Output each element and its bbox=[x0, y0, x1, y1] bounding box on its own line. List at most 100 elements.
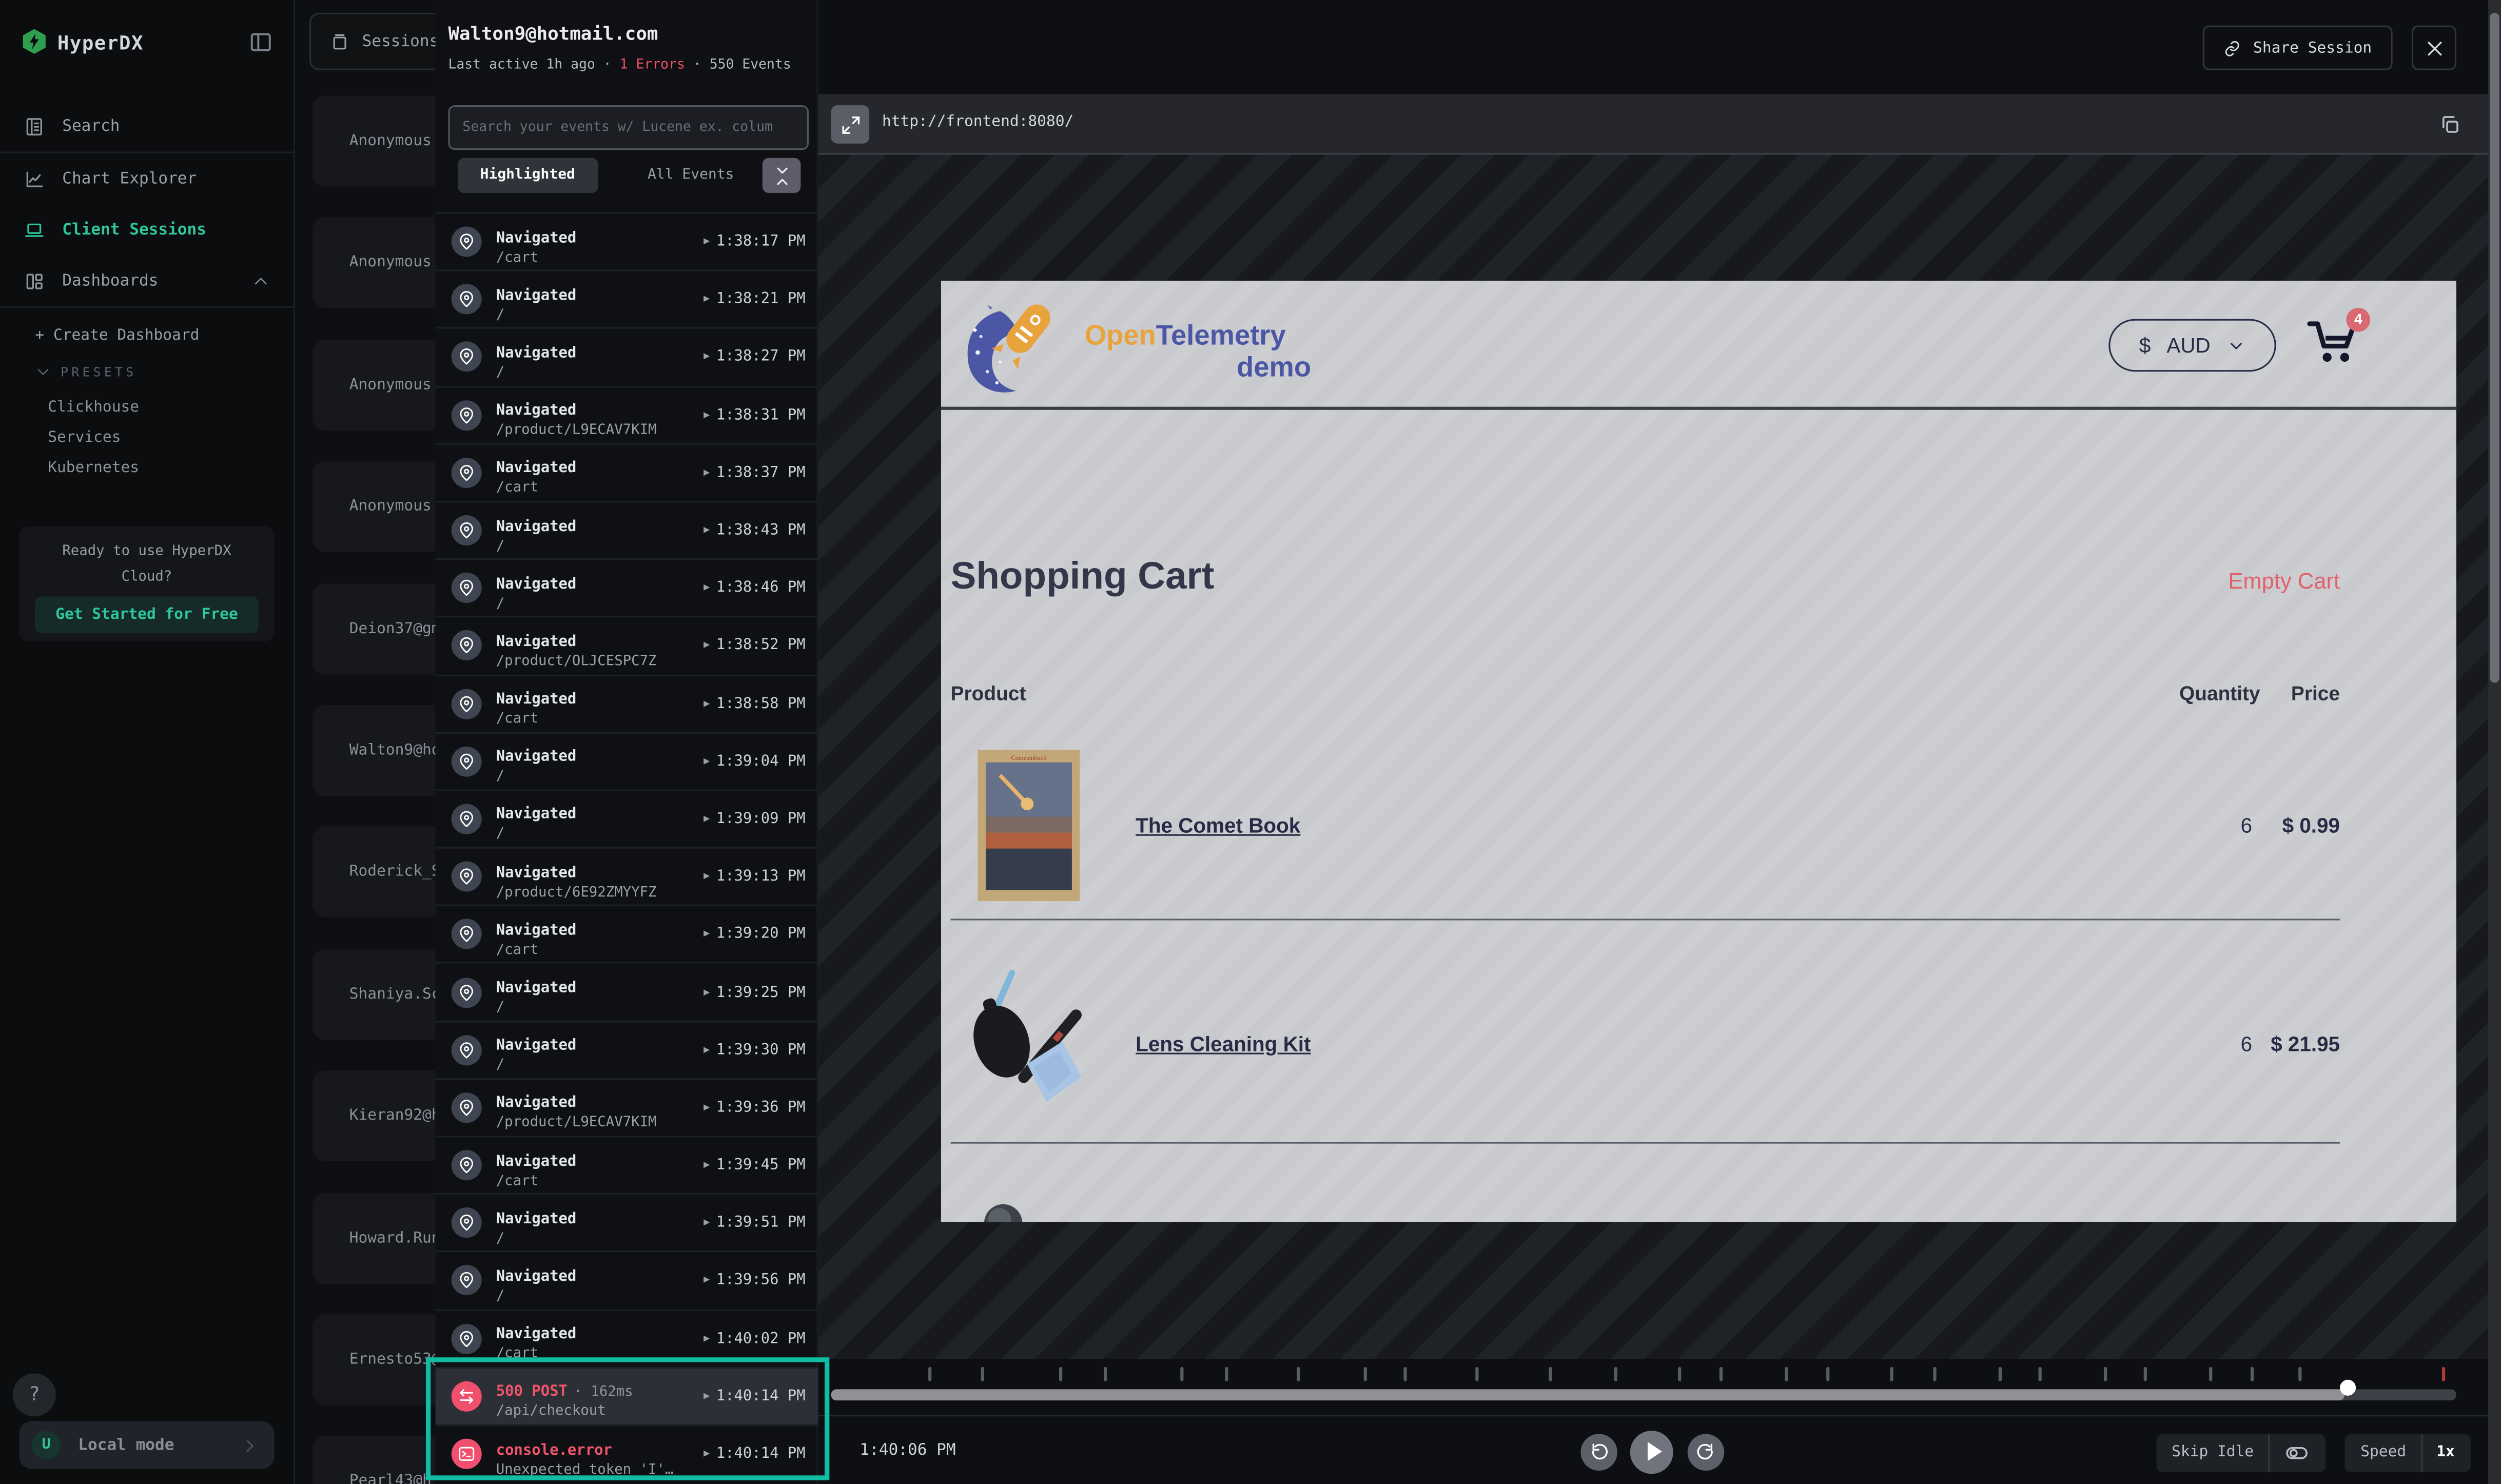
session-list-item[interactable]: Shaniya.Sc bbox=[312, 949, 435, 1040]
event-time[interactable]: ▶1:39:30 PM bbox=[704, 1041, 806, 1059]
event-main: Navigated / bbox=[496, 506, 704, 554]
event-row[interactable]: Navigated /cart ▶1:40:02 PM bbox=[436, 1309, 818, 1366]
sidebar-item-client-sessions[interactable]: Client Sessions bbox=[0, 204, 295, 255]
help-button[interactable]: ? bbox=[13, 1373, 56, 1416]
copy-url-icon[interactable] bbox=[2431, 105, 2469, 144]
event-row[interactable]: Navigated / ▶1:38:46 PM bbox=[436, 558, 818, 616]
event-time[interactable]: ▶1:38:58 PM bbox=[704, 695, 806, 712]
event-time[interactable]: ▶1:40:14 PM bbox=[704, 1445, 806, 1462]
session-list-item[interactable]: Anonymous bbox=[312, 96, 435, 187]
product-link[interactable]: Lens Cleaning Kit bbox=[1136, 1032, 1311, 1056]
event-time[interactable]: ▶1:38:52 PM bbox=[704, 637, 806, 655]
event-row[interactable]: Navigated /cart ▶1:38:17 PM bbox=[436, 212, 818, 269]
event-row[interactable]: Navigated /cart ▶1:39:45 PM bbox=[436, 1136, 818, 1193]
event-row[interactable]: Navigated /product/L9ECAV7KIM ▶1:38:31 P… bbox=[436, 385, 818, 443]
product-image-comet-book[interactable]: Cometenbuch bbox=[978, 750, 1080, 901]
get-started-button[interactable]: Get Started for Free bbox=[35, 597, 258, 633]
event-row[interactable]: Navigated / ▶1:39:51 PM bbox=[436, 1194, 818, 1251]
event-row[interactable]: Navigated / ▶1:38:43 PM bbox=[436, 501, 818, 558]
session-list-item[interactable]: Anonymous bbox=[312, 461, 435, 552]
sidebar-collapse-icon[interactable] bbox=[249, 30, 273, 54]
scrollbar-thumb[interactable] bbox=[2490, 13, 2499, 683]
presets-header[interactable]: PRESETS bbox=[35, 364, 136, 380]
fast-forward-button[interactable] bbox=[1688, 1433, 1724, 1470]
tab-sessions[interactable]: Sessions bbox=[309, 13, 436, 70]
currency-select[interactable]: $ AUD bbox=[2108, 319, 2276, 372]
event-row[interactable]: Navigated /product/L9ECAV7KIM ▶1:39:36 P… bbox=[436, 1078, 818, 1136]
event-time[interactable]: ▶1:40:14 PM bbox=[704, 1388, 806, 1405]
event-time[interactable]: ▶1:38:27 PM bbox=[704, 348, 806, 366]
page-title: Shopping Cart bbox=[951, 555, 1215, 600]
session-list-item[interactable]: Anonymous bbox=[312, 218, 435, 308]
event-time[interactable]: ▶1:39:04 PM bbox=[704, 752, 806, 770]
event-time[interactable]: ▶1:38:17 PM bbox=[704, 233, 806, 250]
event-time[interactable]: ▶1:39:25 PM bbox=[704, 983, 806, 1001]
event-time[interactable]: ▶1:39:45 PM bbox=[704, 1157, 806, 1174]
cart-button[interactable]: 4 bbox=[2307, 318, 2364, 372]
scrollbar-track[interactable] bbox=[2488, 0, 2501, 1484]
session-list-item[interactable]: Roderick_S bbox=[312, 827, 435, 917]
session-list-item[interactable]: Walton9@ho bbox=[312, 705, 435, 796]
preset-item[interactable]: Clickhouse bbox=[48, 393, 139, 423]
event-time[interactable]: ▶1:39:20 PM bbox=[704, 926, 806, 943]
timeline-tick bbox=[1998, 1367, 2001, 1381]
event-type-icon bbox=[452, 1439, 482, 1469]
event-title: Navigated bbox=[496, 1210, 577, 1228]
event-search-input[interactable] bbox=[448, 105, 808, 150]
event-time[interactable]: ▶1:39:51 PM bbox=[704, 1214, 806, 1232]
event-time[interactable]: ▶1:38:31 PM bbox=[704, 406, 806, 424]
sidebar-item-dashboards[interactable]: Dashboards bbox=[0, 255, 295, 306]
close-session-button[interactable] bbox=[2412, 26, 2456, 70]
preset-item[interactable]: Services bbox=[48, 423, 139, 453]
product-image-lens-kit[interactable] bbox=[957, 965, 1101, 1109]
event-time[interactable]: ▶1:39:56 PM bbox=[704, 1272, 806, 1290]
share-session-button[interactable]: Share Session bbox=[2202, 26, 2393, 70]
session-list-item[interactable]: Deion37@gm bbox=[312, 583, 435, 674]
timeline-track[interactable] bbox=[831, 1389, 2456, 1400]
session-list-item[interactable]: Kieran92@h bbox=[312, 1070, 435, 1161]
event-time[interactable]: ▶1:38:21 PM bbox=[704, 291, 806, 308]
event-time[interactable]: ▶1:38:37 PM bbox=[704, 464, 806, 481]
skip-idle-toggle[interactable]: Skip Idle bbox=[2156, 1433, 2326, 1472]
sidebar-item-chart-explorer[interactable]: Chart Explorer bbox=[0, 153, 295, 204]
preset-item[interactable]: Kubernetes bbox=[48, 453, 139, 483]
rewind-button[interactable] bbox=[1580, 1433, 1617, 1470]
empty-cart-button[interactable]: Empty Cart bbox=[2228, 568, 2340, 594]
product-link[interactable]: The Comet Book bbox=[1136, 813, 1300, 837]
play-button[interactable] bbox=[1630, 1430, 1673, 1473]
event-time[interactable]: ▶1:39:36 PM bbox=[704, 1099, 806, 1116]
session-list-item[interactable]: Howard.Run bbox=[312, 1193, 435, 1283]
event-time[interactable]: ▶1:38:46 PM bbox=[704, 579, 806, 597]
event-row[interactable]: Navigated /cart ▶1:39:20 PM bbox=[436, 905, 818, 962]
event-time[interactable]: ▶1:40:02 PM bbox=[704, 1330, 806, 1347]
event-time[interactable]: ▶1:39:09 PM bbox=[704, 810, 806, 828]
event-row[interactable]: Navigated / ▶1:38:21 PM bbox=[436, 270, 818, 327]
event-row[interactable]: Navigated / ▶1:39:04 PM bbox=[436, 732, 818, 789]
session-list-item[interactable]: Pearl43@h bbox=[312, 1436, 435, 1484]
event-time[interactable]: ▶1:39:13 PM bbox=[704, 868, 806, 885]
event-row[interactable]: console.error Unexpected token 'I'… ▶1:4… bbox=[436, 1424, 818, 1482]
speed-control[interactable]: Speed 1x bbox=[2344, 1433, 2471, 1472]
event-row[interactable]: 500 POST· 162ms /api/checkout ▶1:40:14 P… bbox=[436, 1366, 818, 1424]
fullscreen-icon[interactable] bbox=[831, 105, 869, 144]
collapse-panel-button[interactable] bbox=[763, 158, 801, 193]
tab-all-events[interactable]: All Events bbox=[648, 158, 734, 193]
event-row[interactable]: Navigated / ▶1:39:30 PM bbox=[436, 1020, 818, 1078]
session-list-item[interactable]: Ernesto53@ bbox=[312, 1314, 435, 1405]
session-list-item[interactable]: Anonymous bbox=[312, 339, 435, 430]
local-mode-button[interactable]: U Local mode bbox=[19, 1421, 274, 1469]
event-row[interactable]: Navigated /cart ▶1:38:37 PM bbox=[436, 443, 818, 500]
tab-highlighted[interactable]: Highlighted bbox=[458, 158, 597, 193]
event-time[interactable]: ▶1:38:43 PM bbox=[704, 522, 806, 539]
event-row[interactable]: Navigated / ▶1:39:09 PM bbox=[436, 789, 818, 847]
event-row[interactable]: Navigated / ▶1:39:56 PM bbox=[436, 1251, 818, 1309]
event-row[interactable]: Navigated /product/OLJCESPC7Z ▶1:38:52 P… bbox=[436, 616, 818, 674]
event-row[interactable]: Navigated / ▶1:38:27 PM bbox=[436, 327, 818, 385]
toggle-off-icon bbox=[2284, 1441, 2310, 1463]
create-dashboard-link[interactable]: + Create Dashboard bbox=[35, 327, 199, 344]
sidebar-item-search[interactable]: Search bbox=[0, 101, 295, 151]
event-row[interactable]: Navigated /product/6E92ZMYYFZ ▶1:39:13 P… bbox=[436, 847, 818, 905]
event-count: 550 Events bbox=[710, 57, 791, 73]
event-row[interactable]: Navigated / ▶1:39:25 PM bbox=[436, 963, 818, 1020]
event-row[interactable]: Navigated /cart ▶1:38:58 PM bbox=[436, 674, 818, 731]
